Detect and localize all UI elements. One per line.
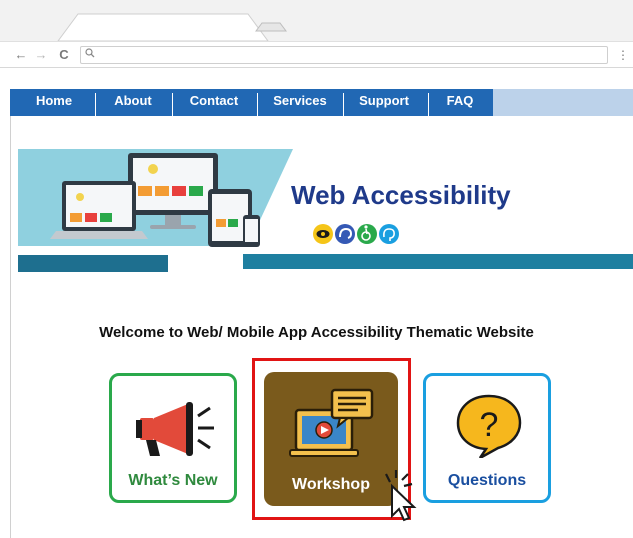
nav-services-link[interactable]: Services	[259, 89, 341, 116]
back-button[interactable]: ←	[14, 46, 28, 64]
cognitive-icon	[379, 224, 399, 244]
browser-tab-strip	[0, 0, 633, 41]
nav-bar-fill: Home About Contact Services Support FAQ	[10, 89, 493, 116]
nav-divider	[257, 93, 258, 116]
banner-bar-right	[243, 254, 633, 269]
nav-divider	[172, 93, 173, 116]
forward-button[interactable]: →	[34, 46, 48, 64]
nav-contact-link[interactable]: Contact	[174, 89, 254, 116]
active-tab[interactable]	[57, 13, 269, 41]
banner-bar-left	[18, 255, 168, 272]
accessibility-banner: Web Accessibility	[18, 141, 633, 272]
nav-faq-link[interactable]: FAQ	[430, 89, 490, 116]
banner-graphic: Web Accessibility	[18, 149, 633, 272]
tab-strip-graphic	[57, 13, 287, 41]
svg-text:?: ?	[480, 406, 499, 444]
search-icon	[85, 48, 95, 61]
nav-home-link[interactable]: Home	[18, 89, 90, 116]
top-navigation: Home About Contact Services Support FAQ	[10, 89, 633, 116]
questions-card[interactable]: ? Questions	[423, 373, 551, 503]
welcome-heading: Welcome to Web/ Mobile App Accessibility…	[99, 324, 534, 341]
hearing-icon	[335, 224, 355, 244]
megaphone-icon	[136, 402, 214, 456]
banner-title: Web Accessibility	[291, 180, 511, 210]
address-bar-row: ← → C ⋮	[0, 41, 633, 68]
eye-icon	[313, 224, 333, 244]
cursor-icon	[385, 470, 417, 522]
questions-label: Questions	[447, 472, 527, 489]
omnibox[interactable]	[80, 46, 608, 64]
nav-support-link[interactable]: Support	[345, 89, 423, 116]
nav-divider	[95, 93, 96, 116]
wheelchair-icon	[357, 224, 377, 244]
new-tab-button[interactable]	[255, 22, 287, 32]
nav-about-link[interactable]: About	[97, 89, 169, 116]
nav-divider	[428, 93, 429, 116]
whats-new-card[interactable]: What’s New	[109, 373, 237, 503]
whats-new-label: What’s New	[128, 472, 218, 489]
reload-button[interactable]: C	[57, 46, 71, 64]
nav-divider	[343, 93, 344, 116]
menu-icon[interactable]: ⋮	[617, 46, 629, 64]
question-bubble-icon: ?	[456, 394, 522, 458]
